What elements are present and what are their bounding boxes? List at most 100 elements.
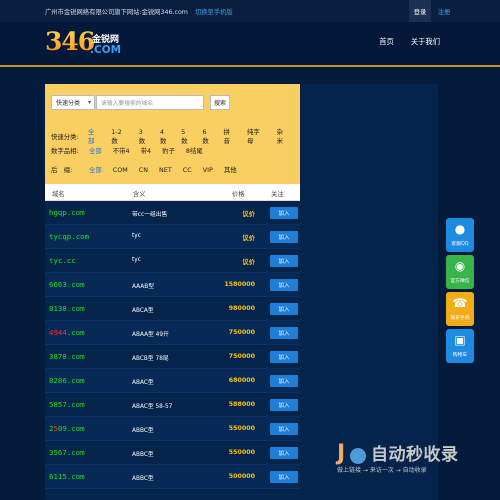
filter-option[interactable]: VIP <box>203 166 213 174</box>
mobile-version-link[interactable]: 切换至手机版 <box>195 7 233 16</box>
domain-meaning: ABBC型 <box>132 476 154 482</box>
search-button[interactable]: 搜索 <box>210 95 230 110</box>
filter-option[interactable]: NET <box>159 166 172 174</box>
add-to-cart-button[interactable]: 加入 <box>270 231 298 243</box>
domain-name[interactable]: 5857.com <box>49 400 85 409</box>
filter-option[interactable]: 全部 <box>89 146 102 155</box>
category-select[interactable]: 快速分类 ▾ <box>51 95 95 110</box>
domain-meaning: tyc <box>132 233 141 239</box>
filter-option[interactable]: CN <box>139 166 148 174</box>
filter-option[interactable]: 杂米 <box>277 127 289 145</box>
filter-row-label: 快速分类: <box>51 132 79 141</box>
domain-meaning: AAAB型 <box>132 284 154 290</box>
domain-meaning: ABBC型 <box>132 452 154 458</box>
chevron-down-icon: ▾ <box>87 99 91 106</box>
domain-meaning: ABCB型 78尾 <box>132 356 169 362</box>
cart-icon: ▣ <box>454 333 466 347</box>
table-row: tycqp.com tyc 议价 加入 <box>45 225 300 249</box>
filter-option[interactable]: CC <box>183 166 192 174</box>
domain-list-panel: 快速分类 ▾ 请输入要搜索的域名 搜索 快速分类: 全部 1-2数 3数 4数 … <box>45 84 300 500</box>
add-to-cart-button[interactable]: 加入 <box>270 447 298 459</box>
add-to-cart-button[interactable]: 加入 <box>270 327 298 339</box>
domain-name[interactable]: 3878.com <box>49 352 85 361</box>
sidebar-item-label: 官方微信 <box>450 279 470 284</box>
domain-price: 550000 <box>228 425 255 432</box>
add-to-cart-button[interactable]: 加入 <box>270 207 298 219</box>
search-input[interactable]: 请输入要搜索的域名 <box>96 95 204 110</box>
domain-table-body: hgqp.com 带cc一组出售 议价 加入 tycqp.com tyc 议价 加入 tyc.c… <box>45 201 300 489</box>
domain-price: 588000 <box>228 401 255 408</box>
domain-name[interactable]: 8286.com <box>49 376 85 385</box>
add-to-cart-button[interactable]: 加入 <box>270 399 298 411</box>
table-row: 6115.com ABBC型 500000 加入 <box>45 465 300 489</box>
watermark-subtitle: 做上链接 → 来访一次 → 自动收录 <box>337 467 427 474</box>
filter-option[interactable]: 5数 <box>181 128 191 145</box>
table-row: 3878.com ABCB型 78尾 750000 加入 <box>45 345 300 369</box>
wechat-icon: ◉ <box>454 259 466 273</box>
company-text: 广州市金锐网络有限公司旗下网站:金锐网346.com <box>45 8 188 16</box>
filter-option[interactable]: 6数 <box>202 128 212 145</box>
filter-option[interactable]: 1-2数 <box>111 128 127 145</box>
filter-option[interactable]: 全部 <box>88 127 100 145</box>
domain-name[interactable]: tycqp.com <box>49 232 89 241</box>
add-to-cart-button[interactable]: 加入 <box>270 471 298 483</box>
table-row: 3567.com ABBC型 550000 加入 <box>45 441 300 465</box>
filter-option[interactable]: COM <box>113 166 128 174</box>
sidebar-item-label: 客服QQ <box>451 242 469 247</box>
domain-price: 议价 <box>242 211 255 218</box>
filter-option[interactable]: 纯字母 <box>247 127 266 145</box>
domain-meaning: ABAC型 58-57 <box>132 404 173 410</box>
table-row: 8138.com ABCA型 980000 加入 <box>45 297 300 321</box>
table-row: 8286.com ABAC型 680000 加入 <box>45 369 300 393</box>
domain-price: 议价 <box>242 259 255 266</box>
nav-about[interactable]: 关于我们 <box>411 37 440 47</box>
qq-icon: ● <box>454 222 466 236</box>
filter-option[interactable]: 不带4 <box>113 146 130 155</box>
sidebar-item-cart[interactable]: ▣ 购物车 <box>446 329 474 363</box>
filter-option[interactable]: 其他 <box>224 165 237 174</box>
domain-name[interactable]: 8138.com <box>49 304 85 313</box>
domain-price: 1580000 <box>224 281 255 288</box>
filter-option[interactable]: 拼音 <box>224 127 236 145</box>
domain-meaning: ABCA型 <box>132 308 154 314</box>
table-row: hgqp.com 带cc一组出售 议价 加入 <box>45 201 300 225</box>
sidebar-item-qq[interactable]: ● 客服QQ <box>446 218 474 252</box>
domain-price: 980000 <box>228 305 255 312</box>
add-to-cart-button[interactable]: 加入 <box>270 423 298 435</box>
sidebar-item-wechat[interactable]: ◉ 官方微信 <box>446 255 474 289</box>
domain-meaning: ABAC型 <box>132 380 154 386</box>
filter-option[interactable]: 豹子 <box>162 146 175 155</box>
watermark-title: 自动秒收录 <box>371 445 459 465</box>
main-nav: 首页 关于我们 <box>379 37 440 47</box>
add-to-cart-button[interactable]: 加入 <box>270 375 298 387</box>
domain-price: 750000 <box>228 353 255 360</box>
domain-name[interactable]: 4944.com <box>49 328 85 337</box>
domain-name[interactable]: 6663.com <box>49 280 85 289</box>
domain-name[interactable]: hgqp.com <box>49 208 85 217</box>
domain-name[interactable]: tyc.cc <box>49 256 76 265</box>
table-row: 6663.com AAAB型 1580000 加入 <box>45 273 300 297</box>
domain-name[interactable]: 6115.com <box>49 472 85 481</box>
domain-name[interactable]: 2509.com <box>49 424 85 433</box>
filter-option[interactable]: 3数 <box>139 128 149 145</box>
top-bar: 广州市金锐网络有限公司旗下网站:金锐网346.com 切换至手机版 登录 注册 <box>0 0 500 22</box>
add-to-cart-button[interactable]: 加入 <box>270 303 298 315</box>
add-to-cart-button[interactable]: 加入 <box>270 255 298 267</box>
domain-name[interactable]: 3567.com <box>49 448 85 457</box>
filter-option[interactable]: 带4 <box>141 146 151 155</box>
sidebar-item-phone[interactable]: ☎ 联系手机 <box>446 292 474 326</box>
search-placeholder: 请输入要搜索的域名 <box>101 101 154 107</box>
filter-row-digits: 数字品相: 全部 不带4 带4 豹子 8结尾 <box>51 146 214 155</box>
column-header-focus: 关注 <box>271 191 284 198</box>
nav-home[interactable]: 首页 <box>379 37 394 47</box>
register-link[interactable]: 注册 <box>433 0 455 22</box>
table-row: 2509.com ABBC型 550000 加入 <box>45 417 300 441</box>
add-to-cart-button[interactable]: 加入 <box>270 351 298 363</box>
column-header-price: 价格 <box>232 191 245 198</box>
site-logo[interactable]: 346 金锐网 .COM <box>45 27 130 60</box>
login-link[interactable]: 登录 <box>409 0 431 22</box>
filter-option[interactable]: 全部 <box>89 165 102 174</box>
filter-option[interactable]: 4数 <box>160 128 170 145</box>
add-to-cart-button[interactable]: 加入 <box>270 279 298 291</box>
filter-option[interactable]: 8结尾 <box>186 146 203 155</box>
